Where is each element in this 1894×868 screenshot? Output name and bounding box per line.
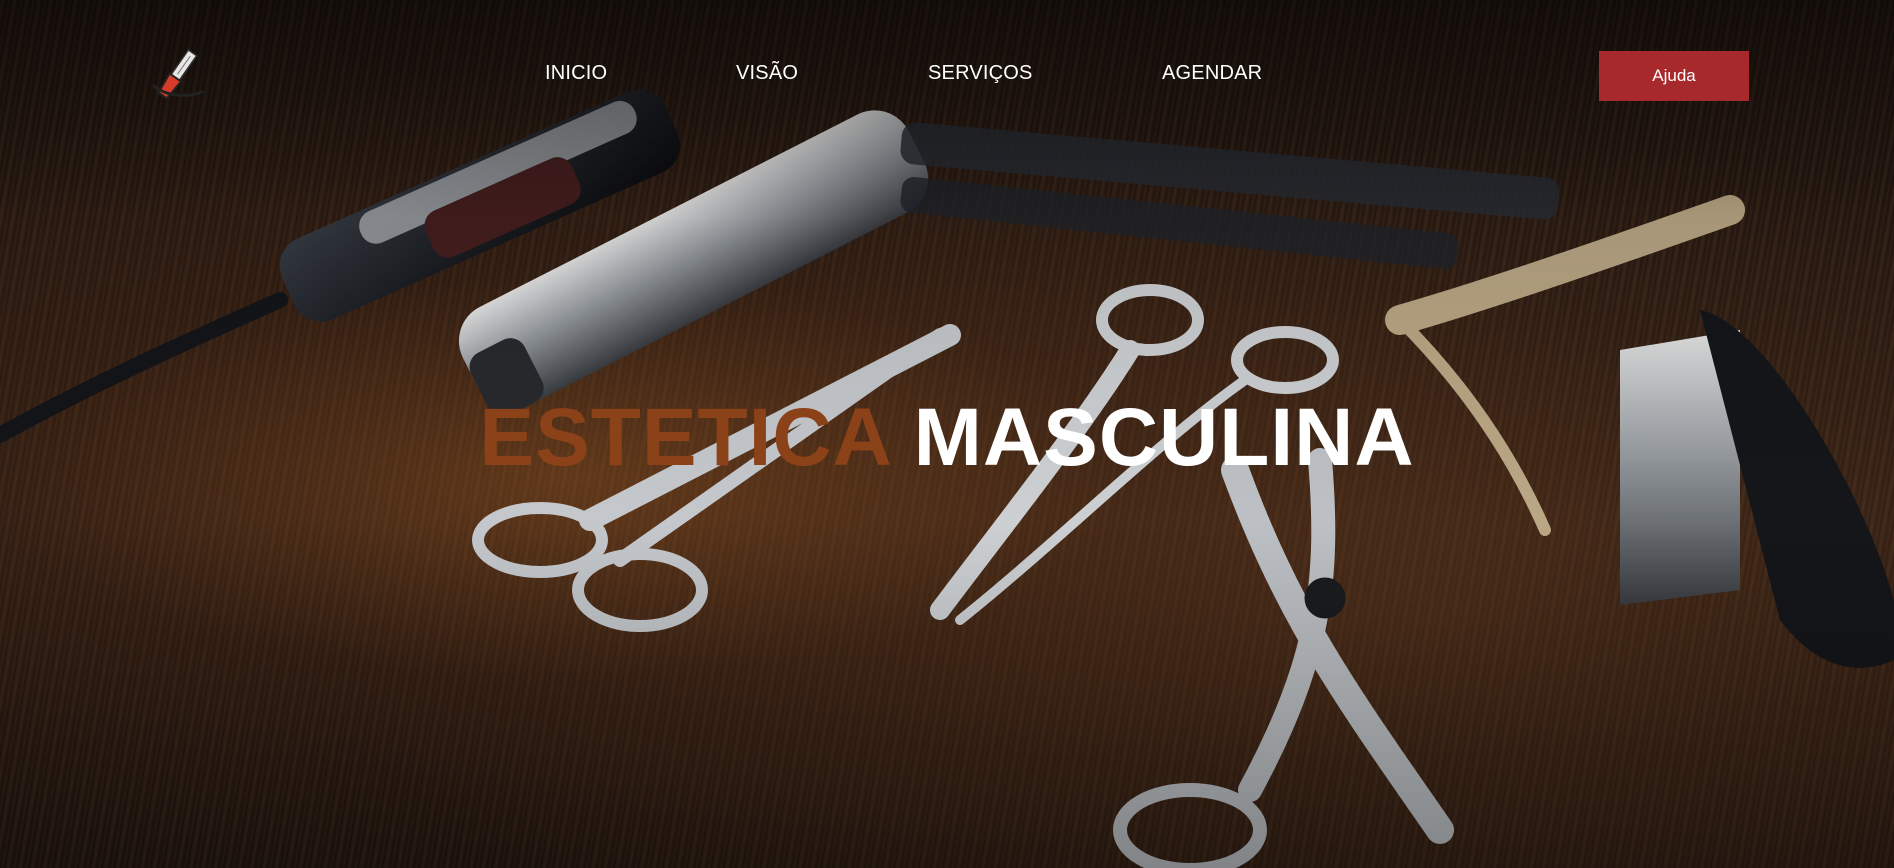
nav-link-visao[interactable]: VISÃO — [736, 62, 798, 85]
help-button[interactable]: Ajuda — [1599, 51, 1749, 101]
razor-blade — [1620, 310, 1894, 668]
hero-section: INICIO VISÃO SERVIÇOS AGENDAR Ajuda ESTE… — [0, 0, 1894, 868]
large-scissors — [1113, 448, 1454, 868]
nav-link-servicos[interactable]: SERVIÇOS — [928, 62, 1033, 85]
nav-link-inicio[interactable]: INICIO — [545, 62, 607, 85]
hero-title: ESTETICA MASCULINA — [0, 392, 1894, 484]
nav-link-agendar[interactable]: AGENDAR — [1162, 62, 1262, 85]
hero-title-accent: ESTETICA — [479, 392, 890, 483]
hero-title-main: MASCULINA — [913, 392, 1415, 483]
top-navigation: INICIO VISÃO SERVIÇOS AGENDAR Ajuda — [0, 0, 1894, 150]
logo-razor-icon[interactable] — [146, 46, 208, 104]
